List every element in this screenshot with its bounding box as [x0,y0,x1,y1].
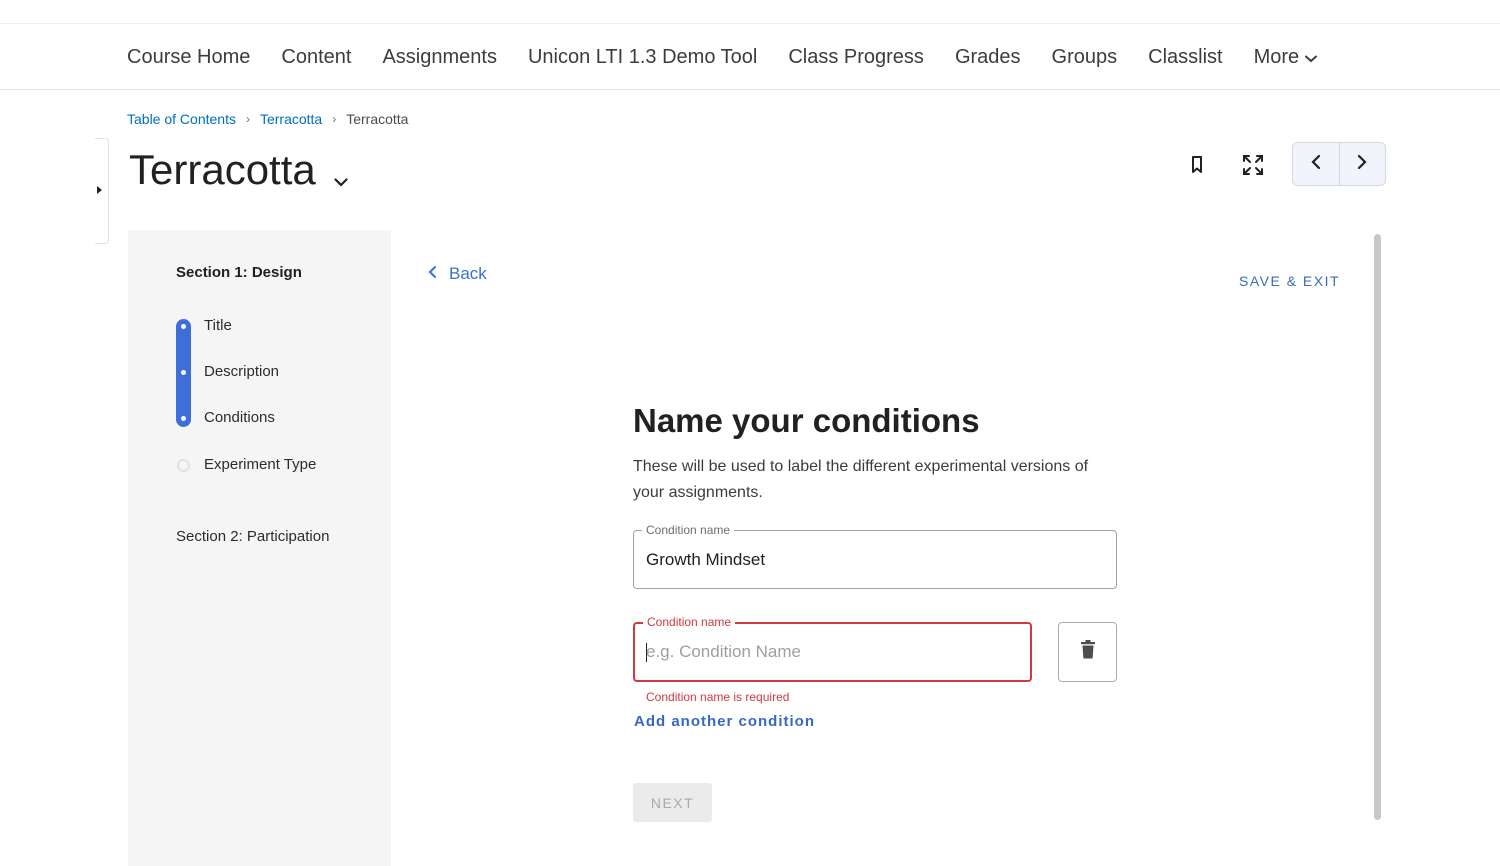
condition-error-message: Condition name is required [646,690,790,704]
nav-class-progress[interactable]: Class Progress [788,46,924,69]
add-another-condition-button[interactable]: Add another condition [634,713,815,730]
chevron-right-icon [1357,154,1367,175]
caret-right-icon [97,186,102,194]
step-dot-icon [181,370,186,375]
course-navbar: Course Home Content Assignments Unicon L… [0,24,1500,90]
form-title: Name your conditions [633,402,980,439]
step-pending-icon [177,459,190,472]
nav-classlist[interactable]: Classlist [1148,46,1222,69]
breadcrumb: Table of Contents › Terracotta › Terraco… [127,111,408,127]
step-dot-icon [181,324,186,329]
breadcrumb-separator-icon: › [332,112,337,126]
chevron-down-icon [334,149,348,197]
nav-grades[interactable]: Grades [955,46,1021,69]
scrollbar[interactable] [1374,234,1381,820]
toc-panel-toggle[interactable] [95,138,109,244]
breadcrumb-terracotta-module[interactable]: Terracotta [260,111,322,127]
terracotta-tool-frame: Section 1: Design Title Description Cond… [128,230,1386,866]
next-topic-button[interactable] [1340,143,1386,185]
step-conditions[interactable]: Conditions [204,409,275,426]
next-button[interactable]: NEXT [633,783,712,822]
page-title[interactable]: Terracotta [129,143,348,197]
step-title[interactable]: Title [204,317,232,334]
section-1-title: Section 1: Design [176,264,302,281]
back-button[interactable]: Back [428,264,487,284]
nav-list: Course Home Content Assignments Unicon L… [127,24,1348,90]
condition-name-field-1[interactable]: Condition name Growth Mindset [633,523,1117,589]
breadcrumb-table-of-contents[interactable]: Table of Contents [127,111,236,127]
nav-groups[interactable]: Groups [1052,46,1118,69]
nav-course-home[interactable]: Course Home [127,46,250,69]
topic-pager [1292,142,1386,186]
step-experiment-type[interactable]: Experiment Type [204,456,316,473]
nav-more-label: More [1253,45,1300,68]
chevron-left-icon [1311,154,1321,175]
bookmark-icon[interactable] [1181,149,1213,181]
section-2-title[interactable]: Section 2: Participation [176,528,329,545]
save-and-exit-button[interactable]: SAVE & EXIT [1239,273,1340,289]
breadcrumb-current: Terracotta [346,111,409,127]
chevron-left-icon [428,264,437,284]
condition-name-field-2[interactable]: Condition name e.g. Condition Name [633,615,1032,682]
condition-field-legend: Condition name [643,615,736,629]
breadcrumb-separator-icon: › [245,112,250,126]
back-label: Back [449,264,487,283]
setup-stepper-sidebar: Section 1: Design Title Description Cond… [128,230,391,866]
step-description[interactable]: Description [204,363,279,380]
trash-icon [1080,640,1096,664]
condition-placeholder: e.g. Condition Name [646,642,801,661]
nav-content[interactable]: Content [281,46,351,69]
condition-field-legend: Condition name [642,523,735,537]
form-description: These will be used to label the differen… [633,458,1089,501]
step-dot-icon [181,416,186,421]
condition-value: Growth Mindset [646,550,766,569]
chevron-down-icon [1305,46,1318,69]
top-strip [0,0,1500,24]
page-title-text: Terracotta [129,146,316,193]
previous-topic-button[interactable] [1293,143,1340,185]
nav-more-menu[interactable]: More [1254,46,1318,69]
delete-condition-button[interactable] [1058,622,1117,682]
nav-lti-demo-tool[interactable]: Unicon LTI 1.3 Demo Tool [528,46,757,69]
fullscreen-icon[interactable] [1237,149,1269,181]
nav-assignments[interactable]: Assignments [382,46,497,69]
